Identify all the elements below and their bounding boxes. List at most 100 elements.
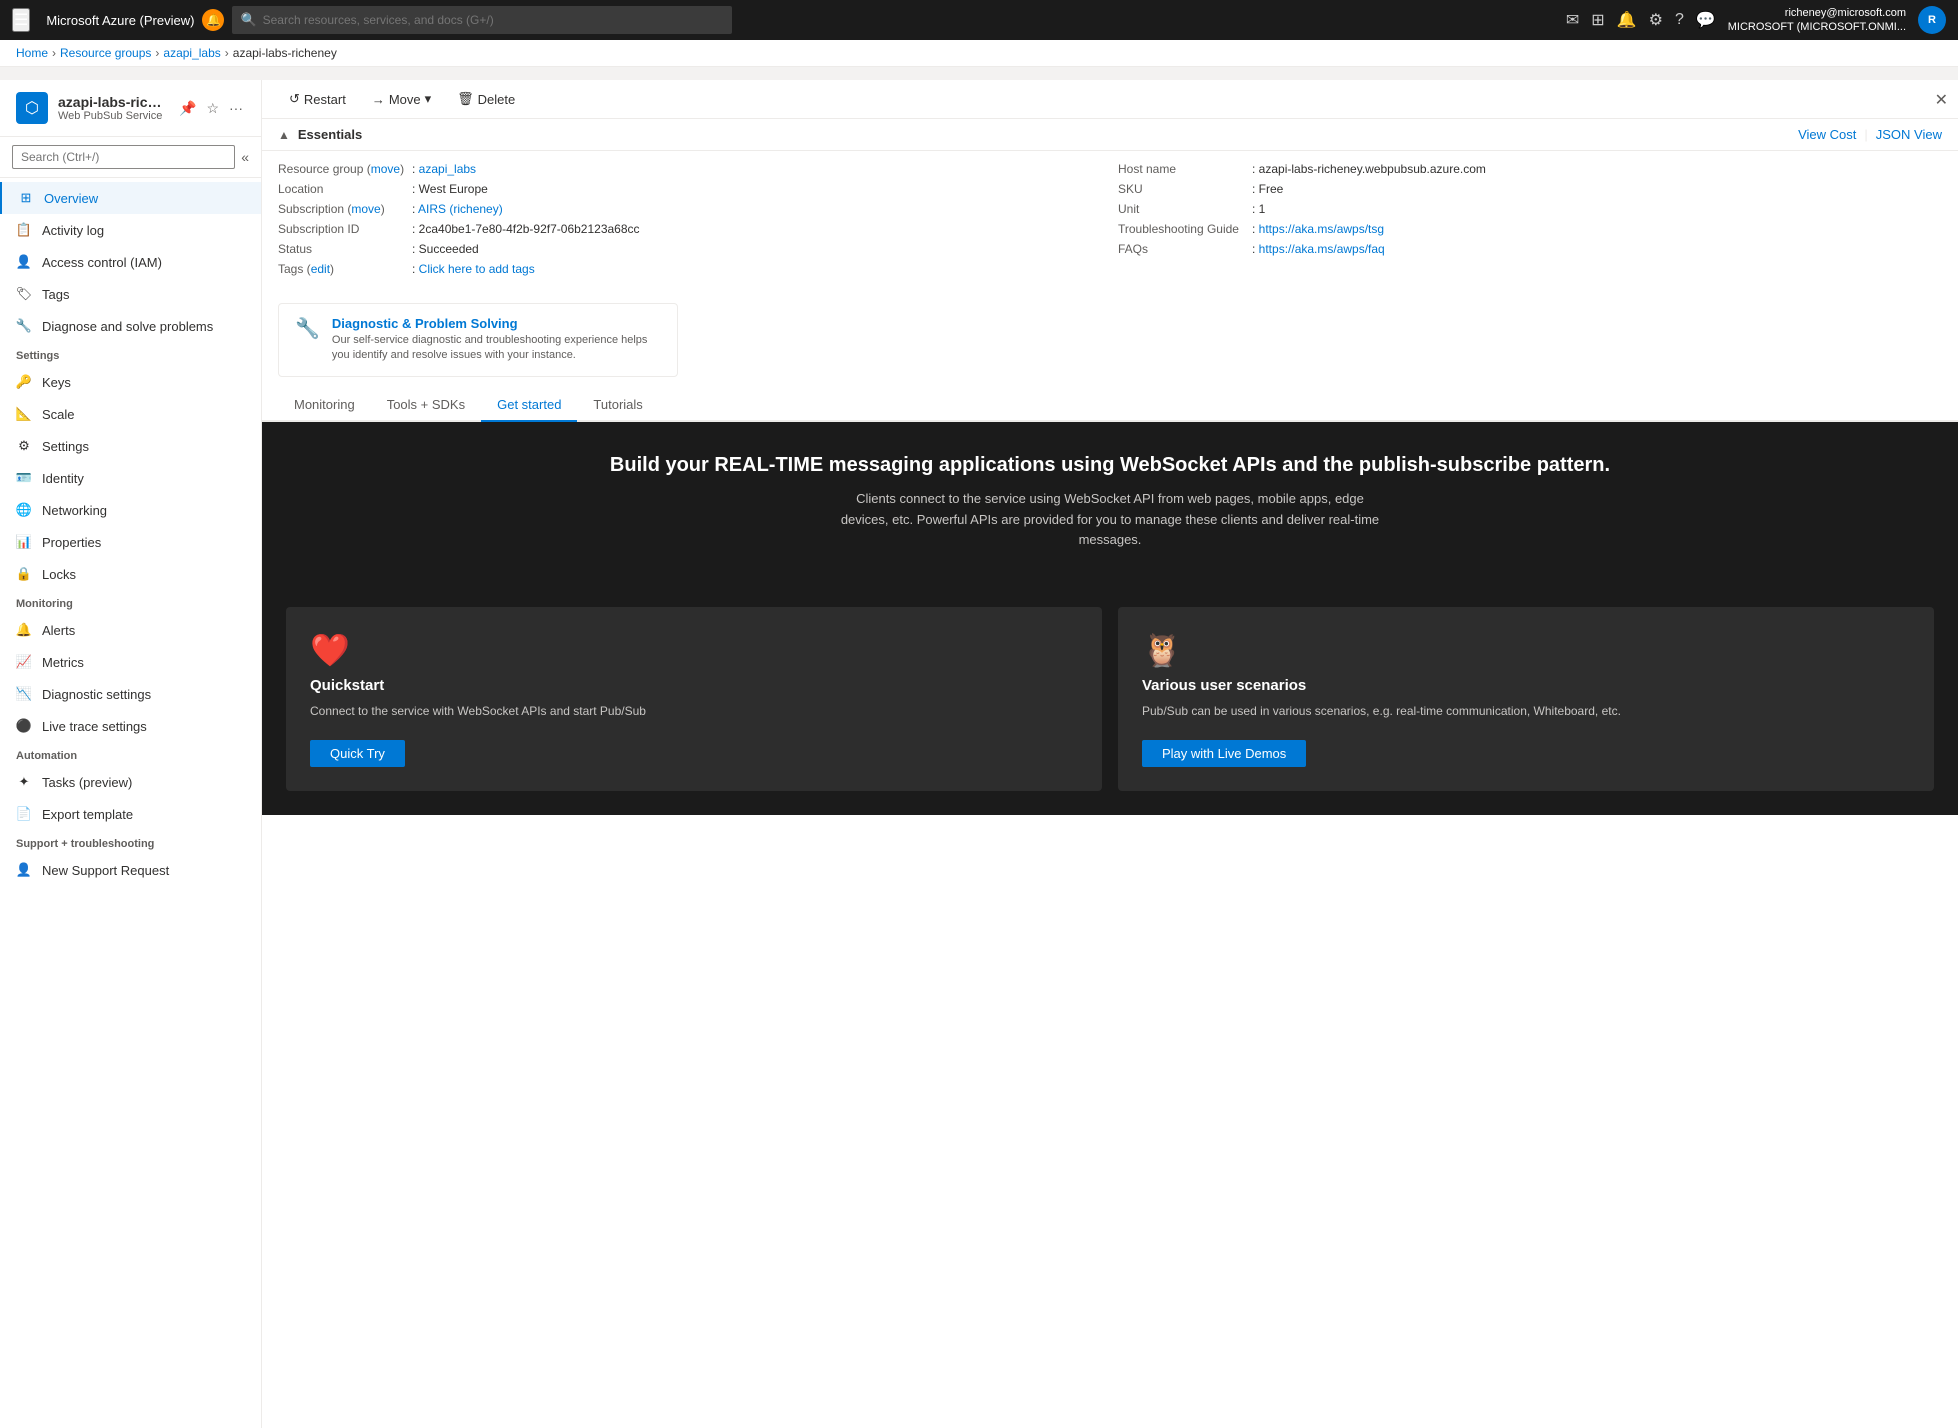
sidebar-item-diagnose[interactable]: 🔧 Diagnose and solve problems [0,310,261,342]
hamburger-menu-button[interactable]: ☰ [12,8,30,32]
search-input[interactable] [263,13,725,27]
resource-header: ⬡ azapi-labs-richeney Web PubSub Service… [0,80,261,137]
sidebar-item-new-support[interactable]: 👤 New Support Request [0,854,261,886]
tabs-bar: Monitoring Tools + SDKs Get started Tuto… [262,389,1958,422]
locks-icon: 🔒 [16,566,32,582]
move-button[interactable]: → Move ▾ [361,86,442,112]
sidebar-item-export-template[interactable]: 📄 Export template [0,798,261,830]
get-started-description: Clients connect to the service using Web… [840,489,1380,551]
essentials-row-tags: Tags (edit) : Click here to add tags [278,259,1102,279]
delete-button[interactable]: 🗑 Delete [446,86,526,112]
card-quickstart: ❤️ Quickstart Connect to the service wit… [286,607,1102,791]
rg-link[interactable]: azapi_labs [419,162,476,176]
essentials-label: Essentials [298,127,362,142]
essentials-left: Resource group (move) : azapi_labs Locat… [278,159,1102,279]
properties-icon: 📊 [16,534,32,550]
topbar: ☰ Microsoft Azure (Preview) 🔔 🔍 ✉ ⊞ 🔔 ⚙ … [0,0,1958,40]
diagnose-icon: 🔧 [16,318,32,334]
essentials-value-tsg: : https://aka.ms/awps/tsg [1252,222,1384,236]
help-icon[interactable]: ? [1675,11,1684,29]
breadcrumb-sep-1: › [52,46,56,60]
get-started-title: Build your REAL-TIME messaging applicati… [278,454,1942,477]
essentials-row-faq: FAQs : https://aka.ms/awps/faq [1118,239,1942,259]
pin-button[interactable]: 📌 [177,98,198,119]
sidebar-collapse-button[interactable]: « [241,149,249,165]
tab-get-started[interactable]: Get started [481,389,577,422]
sidebar-item-label: Properties [42,535,101,550]
sidebar-item-metrics[interactable]: 📈 Metrics [0,646,261,678]
sidebar-item-scale[interactable]: 📐 Scale [0,398,261,430]
breadcrumb: Home › Resource groups › azapi_labs › az… [0,40,1958,67]
view-cost-link[interactable]: View Cost [1798,127,1856,142]
quickstart-description: Connect to the service with WebSocket AP… [310,702,1078,720]
sidebar-item-label: Networking [42,503,107,518]
sidebar-item-tags[interactable]: 🏷 Tags [0,278,261,310]
breadcrumb-sep-2: › [155,46,159,60]
delete-label: Delete [478,92,516,107]
diagnostic-description: Our self-service diagnostic and troubles… [332,333,661,364]
sidebar-search-input[interactable] [12,145,235,169]
essentials-actions: View Cost | JSON View [1798,127,1942,142]
mail-icon[interactable]: ✉ [1566,10,1579,30]
essentials-value-sub-id: : 2ca40be1-7e80-4f2b-92f7-06b2123a68cc [412,222,640,236]
global-search[interactable]: 🔍 [232,6,732,34]
sidebar-item-properties[interactable]: 📊 Properties [0,526,261,558]
sidebar-item-keys[interactable]: 🔑 Keys [0,366,261,398]
section-support: Support + troubleshooting [0,830,261,854]
user-avatar[interactable]: R [1918,6,1946,34]
sidebar-item-diagnostic-settings[interactable]: 📉 Diagnostic settings [0,678,261,710]
sidebar-item-locks[interactable]: 🔒 Locks [0,558,261,590]
add-tags-link[interactable]: Click here to add tags [419,262,535,276]
sidebar-item-label: Settings [42,439,89,454]
essentials-label-sku: SKU [1118,182,1248,196]
json-view-link[interactable]: JSON View [1876,127,1942,142]
sidebar-item-activity-log[interactable]: 📋 Activity log [0,214,261,246]
settings-icon: ⚙ [16,438,32,454]
restart-label: Restart [304,92,346,107]
more-button[interactable]: ··· [227,98,245,118]
essentials-label-unit: Unit [1118,202,1248,216]
sidebar-item-label: Activity log [42,223,104,238]
tab-tools-sdks[interactable]: Tools + SDKs [371,389,481,422]
notifications-icon[interactable]: 🔔 [1617,10,1637,30]
sidebar-item-overview[interactable]: ⊞ Overview [0,182,261,214]
essentials-value-sku: : Free [1252,182,1283,196]
sidebar-nav: ⊞ Overview 📋 Activity log 👤 Access contr… [0,178,261,890]
subscription-link[interactable]: AIRS (richeney) [418,202,503,216]
sidebar-item-identity[interactable]: 🪪 Identity [0,462,261,494]
diagnostic-title[interactable]: Diagnostic & Problem Solving [332,316,661,331]
main-inner: ✕ ↺ Restart → Move ▾ 🗑 Delete [262,80,1958,1428]
quick-try-button[interactable]: Quick Try [310,740,405,767]
sidebar-item-alerts[interactable]: 🔔 Alerts [0,614,261,646]
sidebar-item-live-trace[interactable]: ⚫ Live trace settings [0,710,261,742]
feedback-icon[interactable]: 💬 [1696,10,1716,30]
breadcrumb-home[interactable]: Home [16,46,48,60]
move-sub-link[interactable]: move [351,202,380,216]
tags-icon: 🏷 [16,286,32,302]
move-rg-link[interactable]: move [371,162,400,176]
breadcrumb-resource-groups[interactable]: Resource groups [60,46,151,60]
sidebar-item-settings[interactable]: ⚙ Settings [0,430,261,462]
essentials-label-sub-id: Subscription ID [278,222,408,236]
sidebar-item-networking[interactable]: 🌐 Networking [0,494,261,526]
restart-button[interactable]: ↺ Restart [278,86,357,112]
move-icon: → [372,92,385,107]
faq-link[interactable]: https://aka.ms/awps/faq [1259,242,1385,256]
favorite-button[interactable]: ☆ [204,98,221,119]
sidebar-item-tasks[interactable]: ✦ Tasks (preview) [0,766,261,798]
sidebar-item-label: Access control (IAM) [42,255,162,270]
edit-tags-link[interactable]: edit [311,262,330,276]
tsg-link[interactable]: https://aka.ms/awps/tsg [1259,222,1384,236]
essentials-collapse-button[interactable]: ▲ [278,128,290,142]
play-live-demos-button[interactable]: Play with Live Demos [1142,740,1306,767]
new-support-icon: 👤 [16,862,32,878]
tab-tutorials[interactable]: Tutorials [577,389,658,422]
close-button[interactable]: ✕ [1935,90,1948,110]
essentials-value-location: : West Europe [412,182,488,196]
settings-icon[interactable]: ⚙ [1649,10,1663,30]
directory-icon[interactable]: ⊞ [1591,10,1604,30]
essentials-row-location: Location : West Europe [278,179,1102,199]
breadcrumb-azapi-labs[interactable]: azapi_labs [163,46,220,60]
sidebar-item-access-control[interactable]: 👤 Access control (IAM) [0,246,261,278]
tab-monitoring[interactable]: Monitoring [278,389,371,422]
